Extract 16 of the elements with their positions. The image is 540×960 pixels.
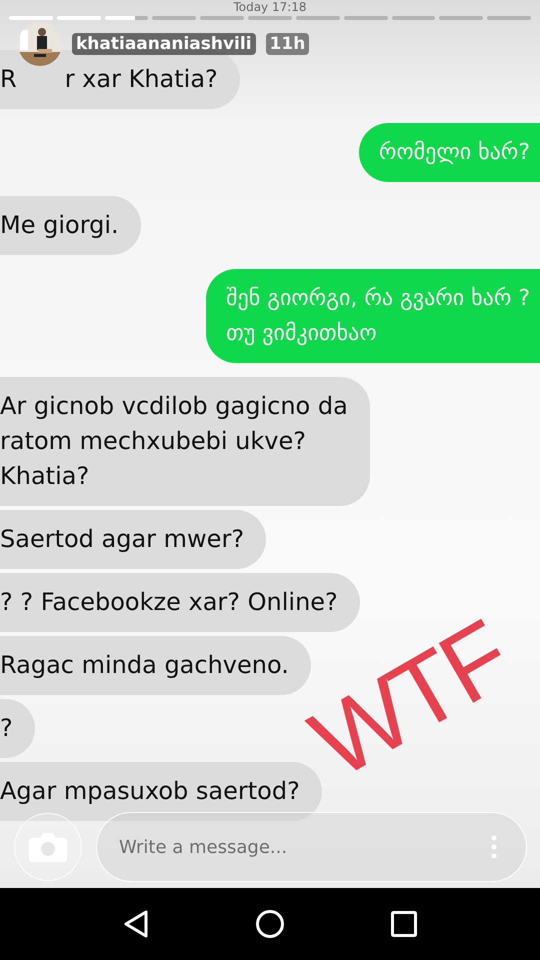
received-message: Me giorgi. — [0, 196, 141, 255]
received-message: Saertod agar mwer? — [0, 510, 266, 569]
post-time: 11h — [266, 33, 310, 55]
received-message: Ar gicnob vcdilob gagicno da ratom mechxubebi ukve? Khatia? — [0, 377, 370, 506]
message-field[interactable]: Write a message... — [96, 812, 527, 882]
avatar[interactable] — [18, 22, 62, 66]
sent-message: რომელი ხარ? — [358, 123, 540, 182]
sent-message: შენ გიორგი, რა გვარი ხარ ? თუ ვიმკითხაო — [206, 269, 540, 363]
timestamp: Today 17:18 — [232, 0, 308, 14]
received-message: ? — [0, 699, 35, 758]
camera-icon — [28, 830, 68, 864]
username[interactable]: khatiaananiashvili — [72, 33, 256, 55]
received-message: Agar mpasuxob saertod? — [0, 762, 322, 821]
received-message: Ragac minda gachveno. — [0, 636, 311, 695]
received-message: R r xar Khatia? — [0, 50, 240, 109]
received-message: ? ? Facebookze xar? Online? — [0, 573, 360, 632]
